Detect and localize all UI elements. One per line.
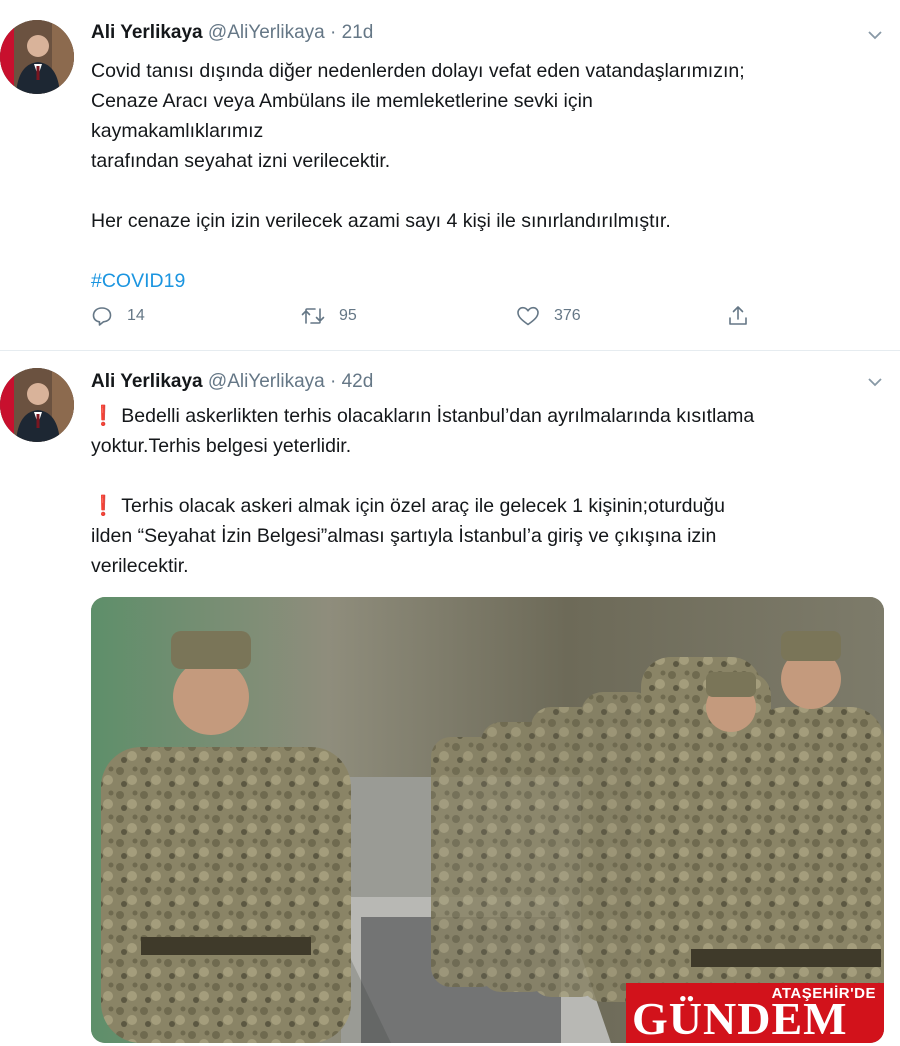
timestamp[interactable]: 42d — [342, 371, 374, 392]
tweet[interactable]: Ali Yerlikaya @AliYerlikaya · 21d Covid … — [0, 0, 900, 351]
share-icon — [729, 306, 747, 325]
retweet-button[interactable]: 95 — [301, 305, 357, 327]
author-handle[interactable]: @AliYerlikaya — [208, 22, 325, 43]
share-button[interactable] — [727, 305, 763, 327]
tweet-header: Ali Yerlikaya @AliYerlikaya · 21d — [91, 22, 373, 44]
tweet-photo[interactable]: ATAŞEHİR'DE GÜNDEM — [91, 597, 884, 1043]
watermark-logo: ATAŞEHİR'DE GÜNDEM — [626, 983, 884, 1043]
tweet-line: verilecektir. — [91, 555, 189, 577]
tweet-line: yoktur.Terhis belgesi yeterlidir. — [91, 435, 352, 457]
tweet-line: Cenaze Aracı veya Ambülans ile memleketl… — [91, 90, 593, 112]
separator: · — [330, 22, 337, 43]
tweet-line: tarafından seyahat izni verilecektir. — [91, 150, 391, 172]
soldiers-photo — [91, 597, 884, 1043]
tweet-line-text: Bedelli askerlikten terhis olacakların İ… — [121, 405, 755, 427]
tweet-line: ❗ Terhis olacak askeri almak için özel ar… — [91, 491, 881, 521]
exclamation-icon: ❗ — [91, 495, 116, 517]
reply-button[interactable]: 14 — [91, 305, 145, 327]
separator: · — [330, 371, 337, 392]
retweet-count: 95 — [339, 307, 357, 324]
like-icon — [517, 306, 539, 326]
tweet-line: ❗ Bedelli askerlikten terhis olacakların … — [91, 401, 881, 431]
like-count: 376 — [554, 307, 581, 324]
retweet-icon — [301, 308, 325, 324]
chevron-down-icon[interactable] — [866, 26, 884, 44]
hashtag-link[interactable]: #COVID19 — [91, 266, 881, 296]
tweet-line: Covid tanısı dışında diğer nedenlerden d… — [91, 60, 745, 82]
watermark-main-text: GÜNDEM — [632, 993, 848, 1043]
author-handle[interactable]: @AliYerlikaya — [208, 371, 325, 392]
avatar[interactable] — [0, 20, 74, 94]
tweet-line-text: Terhis olacak askeri almak için özel ara… — [121, 495, 725, 517]
tweet-line: Her cenaze için izin verilecek azami say… — [91, 210, 671, 232]
tweet-text: Covid tanısı dışında diğer nedenlerden d… — [91, 56, 881, 296]
tweet-line: ilden “Seyahat İzin Belgesi”alması şartı… — [91, 525, 717, 547]
reply-icon — [92, 307, 112, 326]
tweet-text: ❗ Bedelli askerlikten terhis olacakların … — [91, 401, 881, 581]
avatar[interactable] — [0, 368, 74, 442]
exclamation-icon: ❗ — [91, 405, 116, 427]
like-button[interactable]: 376 — [516, 305, 581, 327]
author-name[interactable]: Ali Yerlikaya — [91, 371, 203, 392]
action-bar: 14 95 376 — [91, 305, 771, 335]
tweet[interactable]: Ali Yerlikaya @AliYerlikaya · 42d ❗ Bedel… — [0, 351, 900, 1046]
reply-count: 14 — [127, 307, 145, 324]
timestamp[interactable]: 21d — [342, 22, 374, 43]
tweet-line: kaymakamlıklarımız — [91, 120, 264, 142]
author-name[interactable]: Ali Yerlikaya — [91, 22, 203, 43]
tweet-header: Ali Yerlikaya @AliYerlikaya · 42d — [91, 371, 373, 393]
chevron-down-icon[interactable] — [866, 373, 884, 391]
